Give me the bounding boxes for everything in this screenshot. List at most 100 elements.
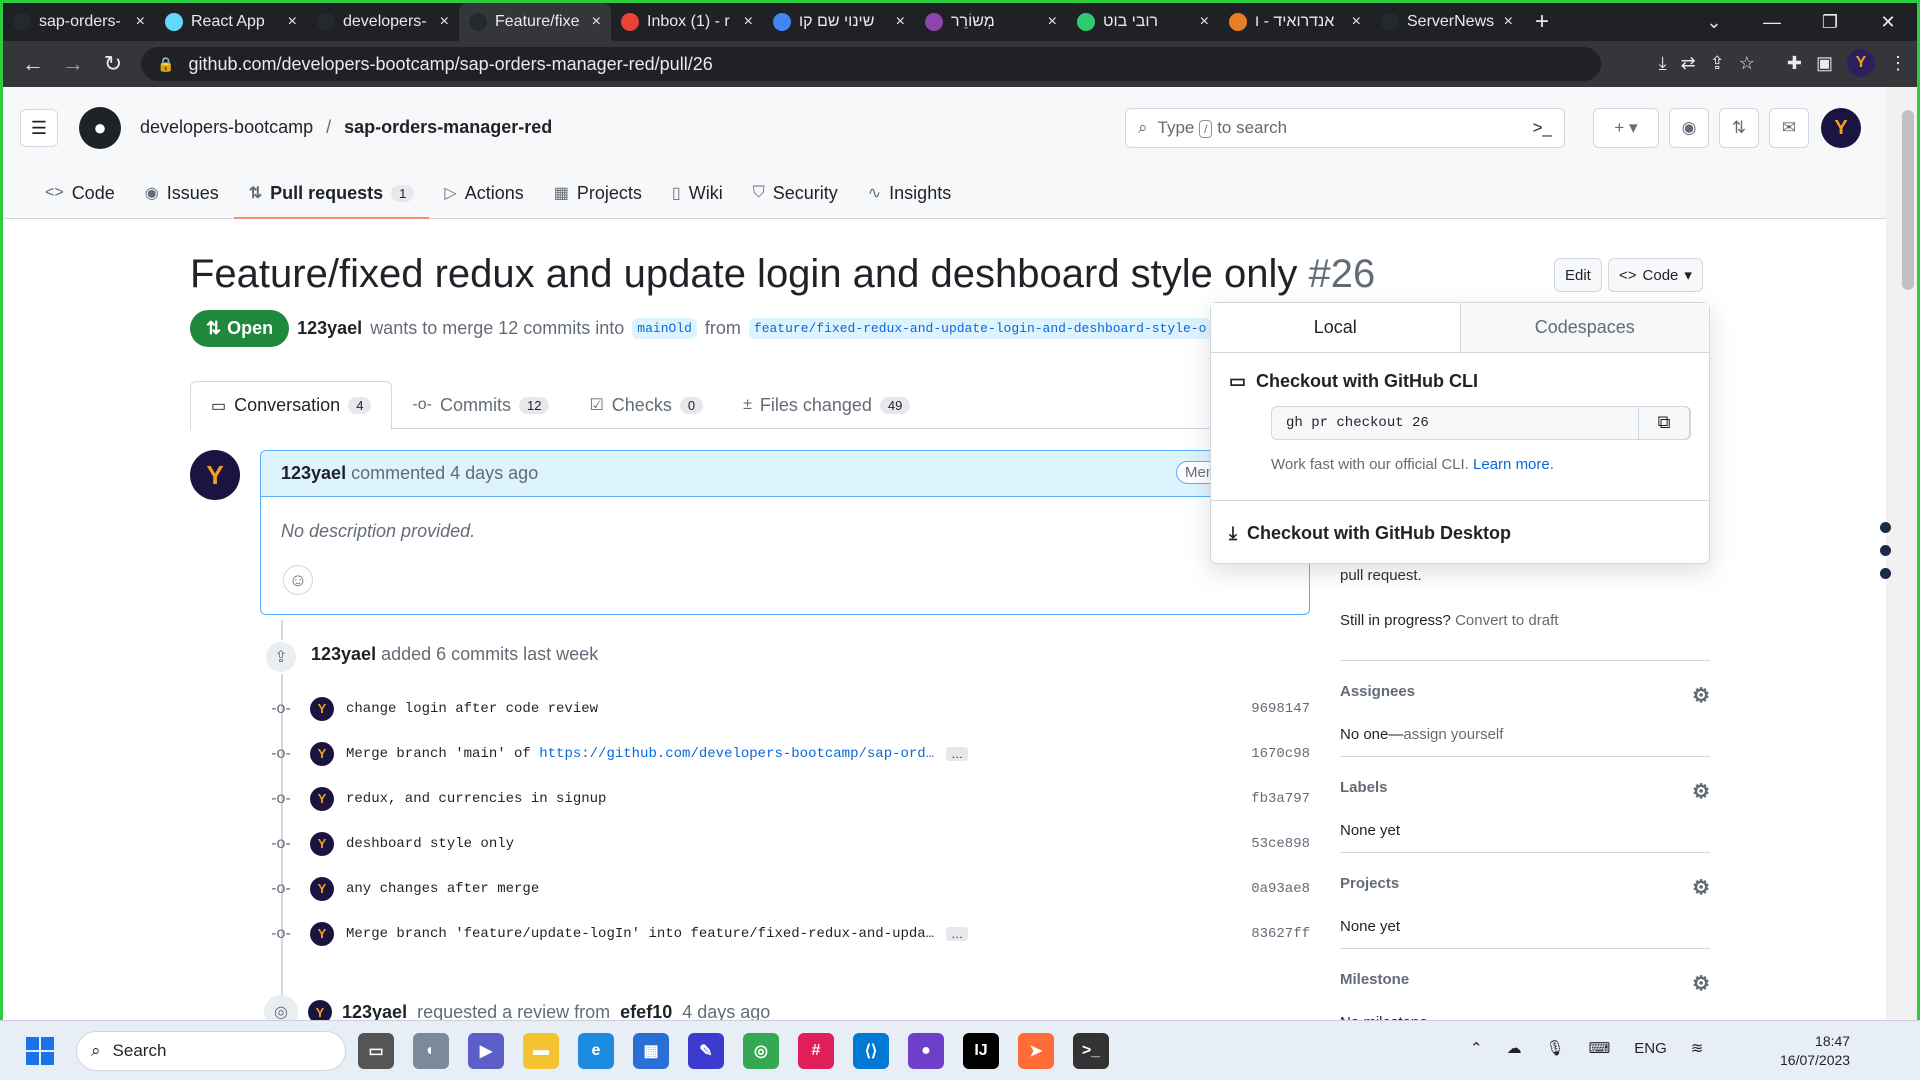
repo-link[interactable]: sap-orders-manager-red xyxy=(344,117,552,137)
commit-avatar[interactable]: Y xyxy=(310,921,334,946)
base-branch[interactable]: mainOld xyxy=(632,318,697,339)
commit-message-text[interactable]: change login after code review xyxy=(346,701,598,717)
chrome-icon[interactable]: ◎ xyxy=(743,1033,779,1069)
pr-tab-conversation[interactable]: ▭ Conversation 4 xyxy=(190,381,393,430)
edit-button[interactable]: Edit xyxy=(1554,258,1602,292)
close-icon[interactable]: × xyxy=(1504,13,1513,31)
gear-icon[interactable]: ⚙ xyxy=(1692,971,1710,996)
commit-avatar[interactable]: Y xyxy=(310,741,334,766)
pen-app-icon[interactable]: ✎ xyxy=(688,1033,724,1069)
tab-pull-requests[interactable]: ⇅ Pull requests 1 xyxy=(233,167,430,219)
close-icon[interactable]: × xyxy=(1048,13,1057,31)
learn-more-link[interactable]: Learn more. xyxy=(1473,456,1554,473)
new-tab-icon[interactable]: + xyxy=(1535,8,1549,36)
tab-codespaces[interactable]: Codespaces xyxy=(1460,303,1709,352)
gear-icon[interactable]: ⚙ xyxy=(1692,779,1710,804)
gear-icon[interactable]: ⚙ xyxy=(1692,875,1710,900)
browser-tab[interactable]: ServerNews × xyxy=(1371,3,1523,41)
commit-message[interactable]: change login after code review xyxy=(346,701,598,717)
commit-message[interactable]: redux, and currencies in signup xyxy=(346,791,606,807)
browser-tab[interactable]: sap-orders- × xyxy=(3,3,155,41)
forward-icon[interactable]: → xyxy=(53,51,93,77)
commit-message-text[interactable]: redux, and currencies in signup xyxy=(346,791,606,807)
keyboard-icon[interactable]: ⌨ xyxy=(1589,1039,1611,1057)
chevron-down-icon[interactable]: ⌄ xyxy=(1685,12,1743,33)
edge-icon[interactable]: e xyxy=(578,1033,614,1069)
user-avatar[interactable]: Y xyxy=(1821,108,1861,148)
floating-dots[interactable] xyxy=(1880,522,1891,579)
cloud-icon[interactable]: ☁ xyxy=(1507,1039,1522,1057)
head-branch[interactable]: feature/fixed-redux-and-update-login-and… xyxy=(748,318,1212,339)
inbox-icon[interactable]: ✉ xyxy=(1769,108,1809,148)
commit-sha[interactable]: 1670c98 xyxy=(1251,746,1310,762)
language-indicator[interactable]: ENG xyxy=(1634,1040,1667,1057)
chevron-up-icon[interactable]: ⌃ xyxy=(1470,1039,1483,1057)
search-input[interactable]: ⌕ Type / to search >_ xyxy=(1125,108,1565,148)
github-desktop-icon[interactable]: ● xyxy=(908,1033,944,1069)
create-new-button[interactable]: + ▾ xyxy=(1593,108,1659,148)
commit-avatar[interactable]: Y xyxy=(310,876,334,901)
terminal-icon[interactable]: >_ xyxy=(1073,1033,1109,1069)
close-icon[interactable]: × xyxy=(592,13,601,31)
hamburger-icon[interactable]: ☰ xyxy=(20,109,58,147)
back-icon[interactable]: ← xyxy=(13,51,53,77)
task-view-icon[interactable]: ▭ xyxy=(358,1033,394,1069)
clock[interactable]: 18:47 16/07/2023 xyxy=(1780,1032,1850,1070)
close-icon[interactable]: × xyxy=(136,13,145,31)
wifi-icon[interactable]: ≋ xyxy=(1691,1039,1704,1057)
microphone-icon[interactable]: 🎙 xyxy=(1546,1039,1565,1057)
sidebar-section-header[interactable]: Projects ⚙ xyxy=(1340,875,1710,900)
commit-message-text[interactable]: Merge branch 'feature/update-logIn' into… xyxy=(346,926,934,942)
browser-tab[interactable]: Feature/fixe × xyxy=(459,3,611,41)
browser-tab[interactable]: מְשוֹרֵר × xyxy=(915,3,1067,41)
event-author[interactable]: 123yael xyxy=(311,644,376,664)
commit-avatar[interactable]: Y xyxy=(310,696,334,721)
pr-author[interactable]: 123yael xyxy=(297,318,362,339)
tab-insights[interactable]: ∿ Insights xyxy=(853,167,966,219)
commit-sha[interactable]: fb3a797 xyxy=(1251,791,1310,807)
browser-tab[interactable]: React App × xyxy=(155,3,307,41)
postman-icon[interactable]: ➤ xyxy=(1018,1033,1054,1069)
tab-projects[interactable]: ▦ Projects xyxy=(539,167,657,219)
sidebar-section-header[interactable]: Assignees ⚙ xyxy=(1340,683,1710,708)
owner-link[interactable]: developers-bootcamp xyxy=(140,117,313,137)
commit-message-text[interactable]: any changes after merge xyxy=(346,881,539,897)
install-icon[interactable]: ⤓ xyxy=(1659,53,1667,74)
minimize-icon[interactable]: — xyxy=(1743,12,1801,33)
commit-message[interactable]: deshboard style only xyxy=(346,836,514,852)
tab-actions[interactable]: ▷ Actions xyxy=(429,167,538,219)
scrollbar-thumb[interactable] xyxy=(1902,110,1914,290)
commit-link[interactable]: https://github.com/developers-bootcamp/s… xyxy=(539,746,934,762)
convert-to-draft-link[interactable]: Convert to draft xyxy=(1455,612,1558,629)
smiley-icon[interactable]: ☺ xyxy=(283,565,313,595)
sidepanel-icon[interactable]: ▣ xyxy=(1816,53,1833,74)
address-bar[interactable]: 🔒 github.com/developers-bootcamp/sap-ord… xyxy=(141,47,1601,81)
gear-icon[interactable]: ⚙ xyxy=(1692,683,1710,708)
browser-tab[interactable]: שינוי שם קו × xyxy=(763,3,915,41)
translate-icon[interactable]: ⇄ xyxy=(1681,53,1696,74)
commit-message-text[interactable]: Merge branch 'main' of xyxy=(346,746,539,762)
assign-yourself-link[interactable]: assign yourself xyxy=(1403,726,1503,743)
commit-avatar[interactable]: Y xyxy=(310,786,334,811)
close-icon[interactable]: × xyxy=(896,13,905,31)
expand-ellipsis-button[interactable]: … xyxy=(946,926,969,941)
browser-tab[interactable]: developers- × xyxy=(307,3,459,41)
close-window-icon[interactable]: ✕ xyxy=(1859,12,1917,33)
browser-tab[interactable]: רובי בוט × xyxy=(1067,3,1219,41)
copy-icon[interactable]: ⧉ xyxy=(1638,406,1690,440)
sidebar-section-header[interactable]: Milestone ⚙ xyxy=(1340,971,1710,996)
commit-sha[interactable]: 83627ff xyxy=(1251,926,1310,942)
slack-icon[interactable]: # xyxy=(798,1033,834,1069)
desktop-checkout-item[interactable]: ⤓ Checkout with GitHub Desktop xyxy=(1211,500,1709,566)
commit-message[interactable]: Merge branch 'feature/update-logIn' into… xyxy=(346,926,934,942)
tab-security[interactable]: ⛉ Security xyxy=(738,167,853,219)
browser-tab[interactable]: Inbox (1) - r × xyxy=(611,3,763,41)
taskbar-search[interactable]: ⌕ Search xyxy=(76,1031,346,1071)
share-icon[interactable]: ⇪ xyxy=(1710,53,1725,74)
store-icon[interactable]: ▦ xyxy=(633,1033,669,1069)
reload-icon[interactable]: ↻ xyxy=(93,51,133,77)
tab-local[interactable]: Local xyxy=(1211,303,1461,352)
menu-icon[interactable]: ⋮ xyxy=(1889,53,1907,74)
issues-icon[interactable]: ◉ xyxy=(1669,108,1709,148)
tab-wiki[interactable]: ▯ Wiki xyxy=(657,167,738,219)
